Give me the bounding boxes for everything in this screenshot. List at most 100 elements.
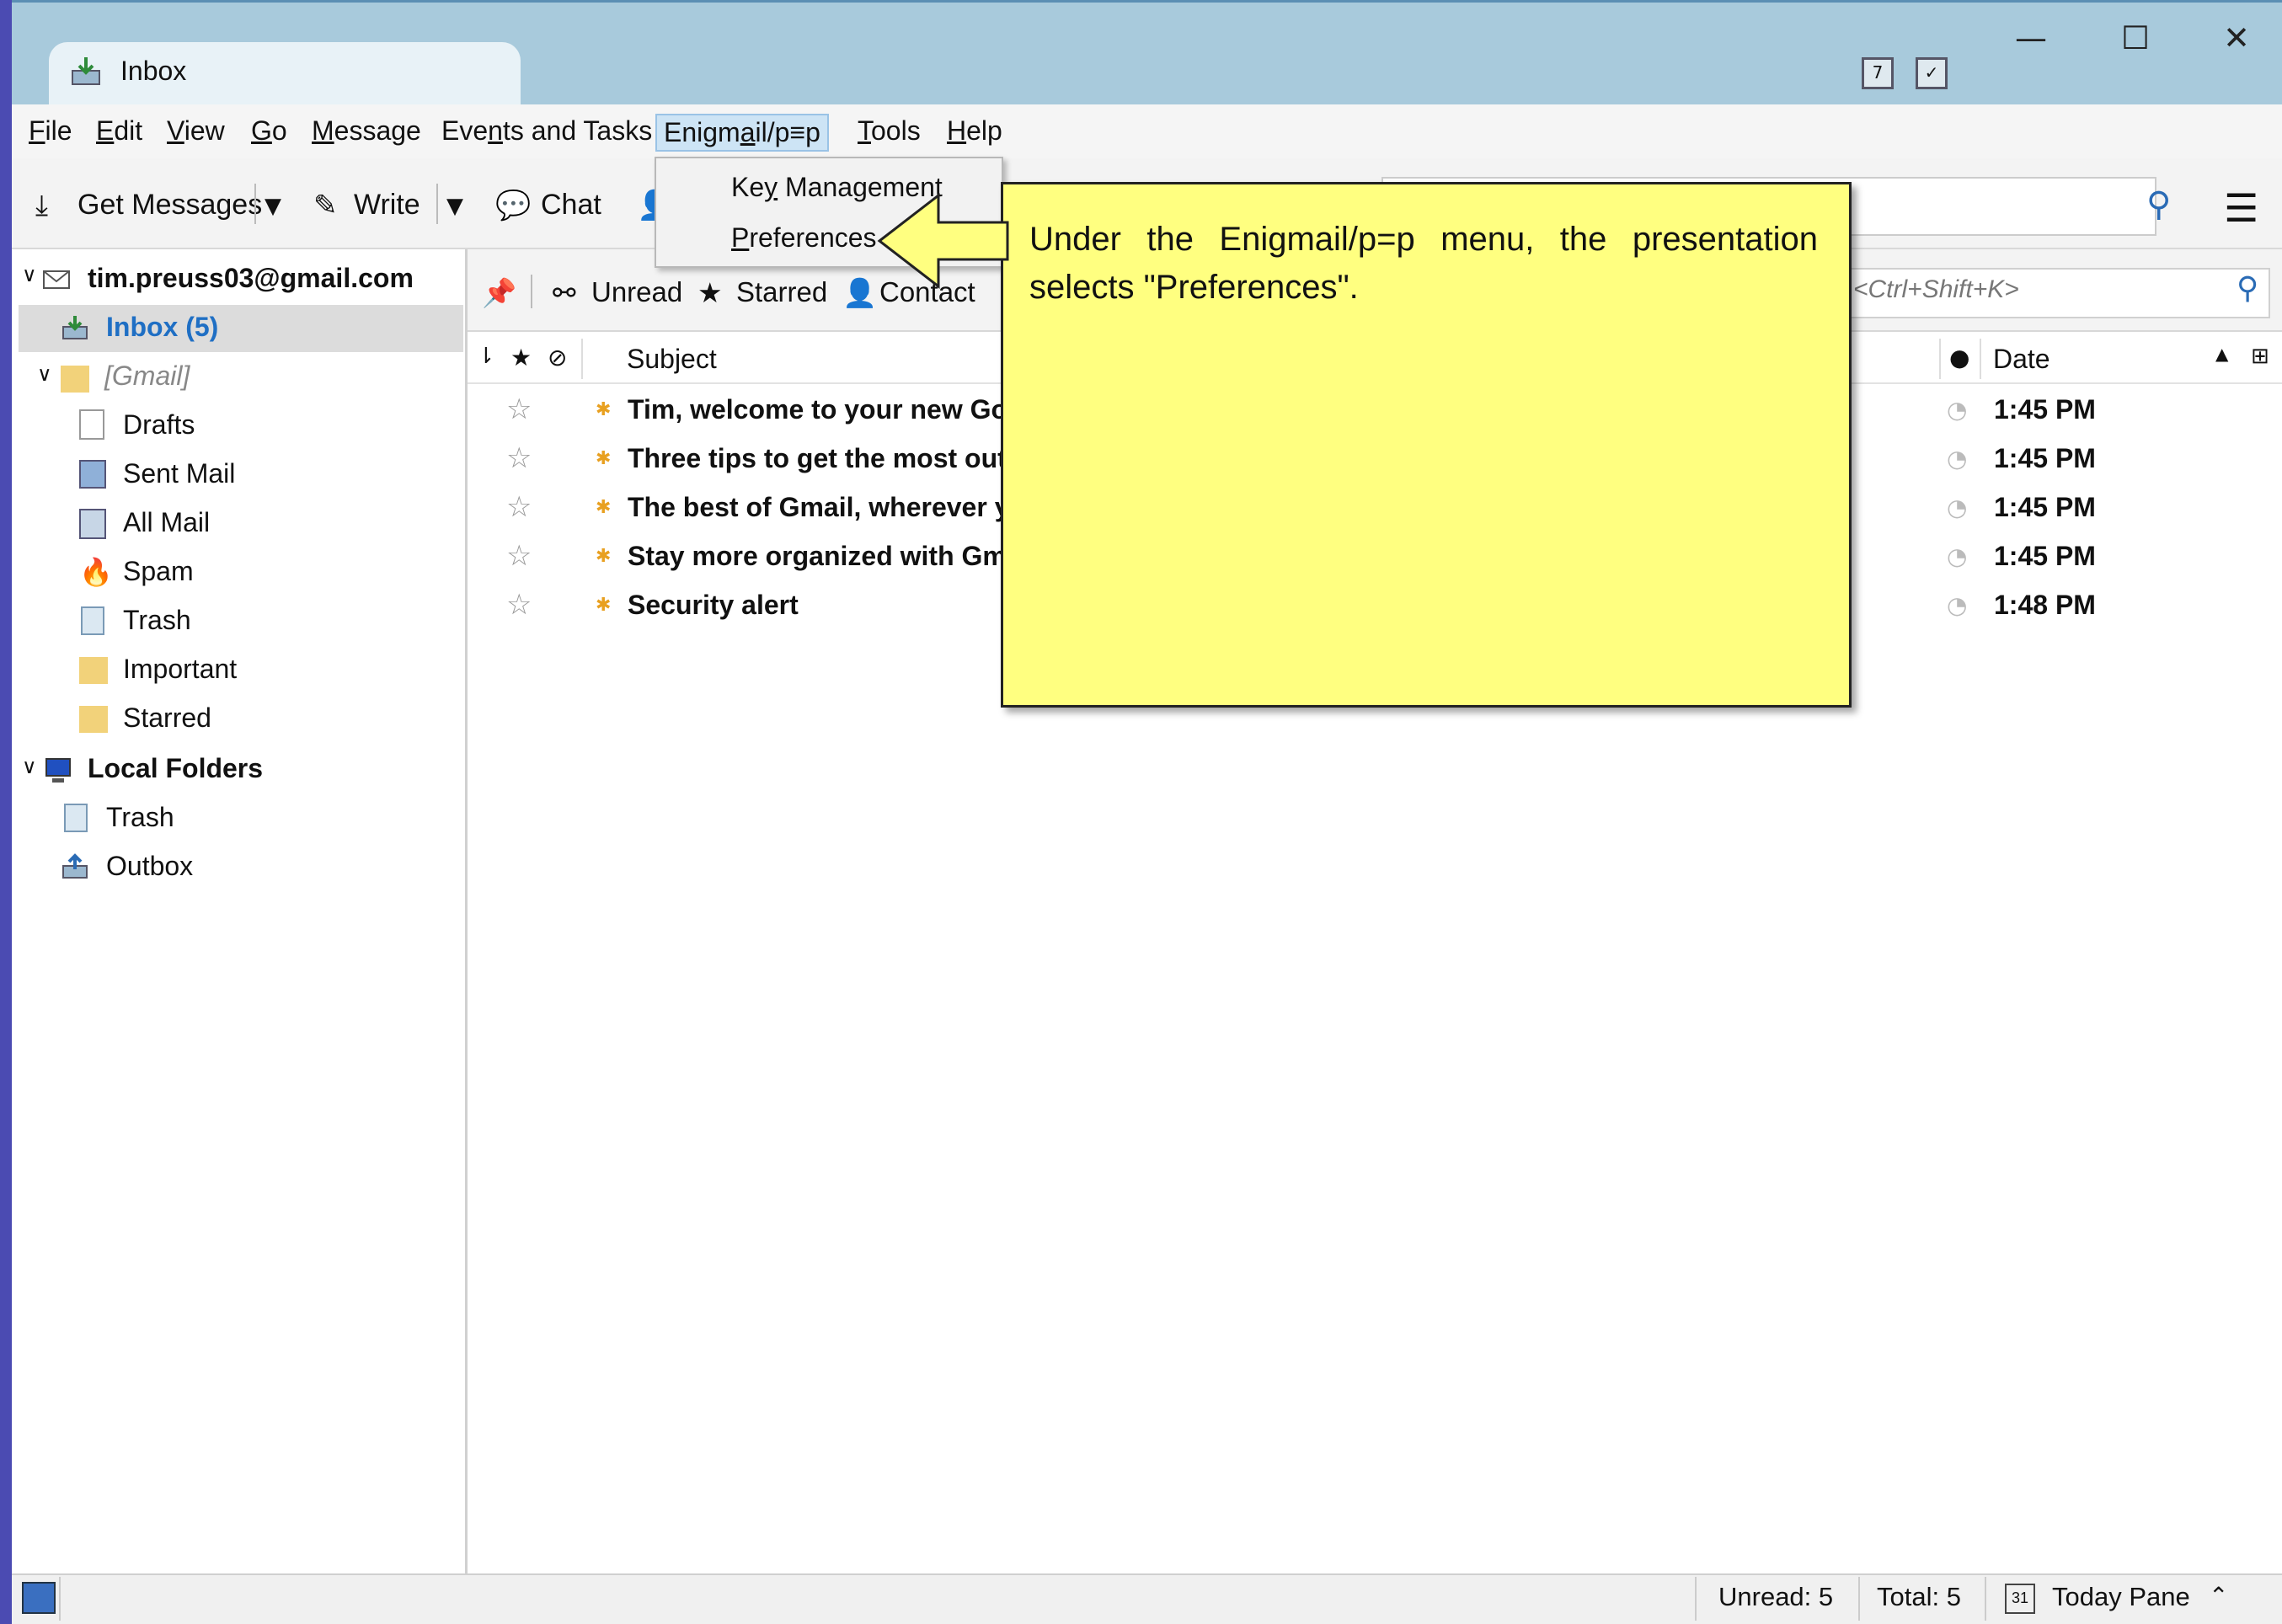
column-subject[interactable]: Subject [627,344,717,375]
folder-gmail[interactable]: [Gmail] [104,361,190,392]
sent-mail-icon [79,460,106,489]
star-toggle-icon[interactable]: ☆ [506,539,532,573]
junk-status-icon[interactable]: ◔ [1947,445,1967,473]
maximize-button[interactable]: ☐ [2098,17,2173,59]
chevron-down-icon[interactable]: ∨ [22,263,37,287]
junk-status-icon[interactable]: ◔ [1947,396,1967,424]
unread-dot-icon: ✱ [596,497,612,518]
message-date: 1:45 PM [1994,443,2096,473]
search-icon[interactable]: ⚲ [2146,185,2171,224]
menu-item-preferences[interactable]: Preferences [731,222,877,254]
status-total-count: Total: 5 [1877,1582,1961,1611]
menu-view[interactable]: View [160,114,232,148]
window-edge [0,0,12,1624]
tab-inbox[interactable] [49,42,521,104]
close-button[interactable]: ✕ [2199,17,2274,59]
menu-enigmail[interactable]: Enigmail/p≡p [655,114,829,152]
account-name[interactable]: tim.preuss03@gmail.com [88,263,414,294]
attachment-icon[interactable]: ⊘ [548,344,567,371]
contact-icon: 👤 [842,276,878,309]
folder-trash[interactable]: Trash [123,605,191,636]
status-unread-count: Unread: 5 [1718,1582,1834,1611]
download-icon: ⤓ [35,189,49,222]
folder-local-folders[interactable]: Local Folders [88,753,263,784]
qf-separator [531,275,532,308]
drafts-icon [79,409,104,440]
star-toggle-icon[interactable]: ☆ [506,588,532,622]
message-date: 1:45 PM [1994,541,2096,571]
folder-pane [12,249,468,1573]
get-messages-button[interactable]: Get Messages [77,189,262,222]
quick-filter-placeholder: <Ctrl+Shift+K> [1853,275,2019,303]
status-separator [1858,1577,1860,1621]
chevron-up-icon[interactable]: ⌃ [2209,1582,2228,1610]
status-separator [59,1577,61,1621]
menu-events-tasks[interactable]: Events and Tasks [435,114,659,148]
column-divider [1939,339,1941,379]
junk-status-icon[interactable]: ◔ [1947,542,1967,570]
folder-all-mail[interactable]: All Mail [123,507,210,538]
menu-help[interactable]: Help [940,114,1009,148]
junk-column-icon[interactable]: ● [1949,344,1969,371]
folder-icon [61,366,89,393]
star-icon: ★ [697,276,723,309]
tab-title: Inbox [120,56,187,86]
chat-bubble-icon: 💬 [495,189,532,222]
today-pane-toggle[interactable]: Today Pane [2052,1582,2190,1612]
folder-local-trash[interactable]: Trash [106,802,174,833]
menu-edit[interactable]: Edit [89,114,149,148]
folder-inbox[interactable]: Inbox (5) [106,312,218,343]
calendar-icon: 31 [2005,1584,2035,1614]
folder-drafts[interactable]: Drafts [123,409,195,441]
unread-dot-icon: ✱ [596,448,612,469]
message-date: 1:45 PM [1994,492,2096,522]
write-dropdown-icon[interactable]: ▼ [446,194,463,219]
menu-file[interactable]: File [22,114,79,148]
filter-starred-button[interactable]: Starred [736,276,827,308]
online-status-icon[interactable] [22,1582,56,1614]
folder-outbox[interactable]: Outbox [106,851,193,882]
write-button[interactable]: Write [354,189,420,222]
minimize-button[interactable]: — [1993,17,2069,59]
message-subject: Tim, welcome to your new Go [628,394,1008,425]
unread-dot-icon: ✱ [596,399,612,420]
junk-status-icon[interactable]: ◔ [1947,494,1967,521]
tasks-icon[interactable]: ✓ [1916,57,1948,89]
star-column-icon[interactable]: ★ [510,344,532,371]
chevron-down-icon[interactable]: ∨ [37,362,52,387]
message-subject: Three tips to get the most out [628,443,1007,473]
column-date[interactable]: Date [1993,344,2050,375]
folder-sent-mail[interactable]: Sent Mail [123,458,235,489]
menu-go[interactable]: Go [244,114,294,148]
star-toggle-icon[interactable]: ☆ [506,441,532,475]
pin-icon[interactable]: 📌 [482,276,516,310]
column-divider [1980,339,1981,379]
folder-important[interactable]: Important [123,654,237,685]
calendar-icon[interactable]: 7 [1862,57,1894,89]
junk-status-icon[interactable]: ◔ [1947,591,1967,619]
app-menu-icon[interactable]: ☰ [2224,185,2258,231]
get-messages-dropdown-icon[interactable]: ▼ [265,194,281,219]
thread-icon[interactable]: ⇂ [477,344,495,369]
menu-message[interactable]: Message [305,114,428,148]
folder-spam[interactable]: Spam [123,556,194,587]
inbox-icon [62,316,88,339]
trash-icon [81,606,104,635]
pencil-icon: ✎ [313,189,338,222]
callout-text: Under the Enigmail/p=p menu, the present… [1029,221,1818,306]
search-icon[interactable]: ⚲ [2237,271,2258,306]
chevron-down-icon[interactable]: ∨ [22,755,37,779]
spam-flame-icon: 🔥 [79,556,113,588]
glasses-icon: ⚯ [553,276,576,309]
sort-ascending-icon: ▲ [2215,344,2229,364]
status-separator [1695,1577,1697,1621]
chat-button[interactable]: Chat [541,189,601,222]
star-toggle-icon[interactable]: ☆ [506,490,532,524]
menu-tools[interactable]: Tools [851,114,927,148]
folder-starred[interactable]: Starred [123,702,211,734]
column-picker-icon[interactable]: ⊞ [2251,344,2269,369]
filter-unread-button[interactable]: Unread [591,276,682,308]
all-mail-icon [79,509,106,539]
star-toggle-icon[interactable]: ☆ [506,393,532,426]
column-divider [581,339,583,379]
